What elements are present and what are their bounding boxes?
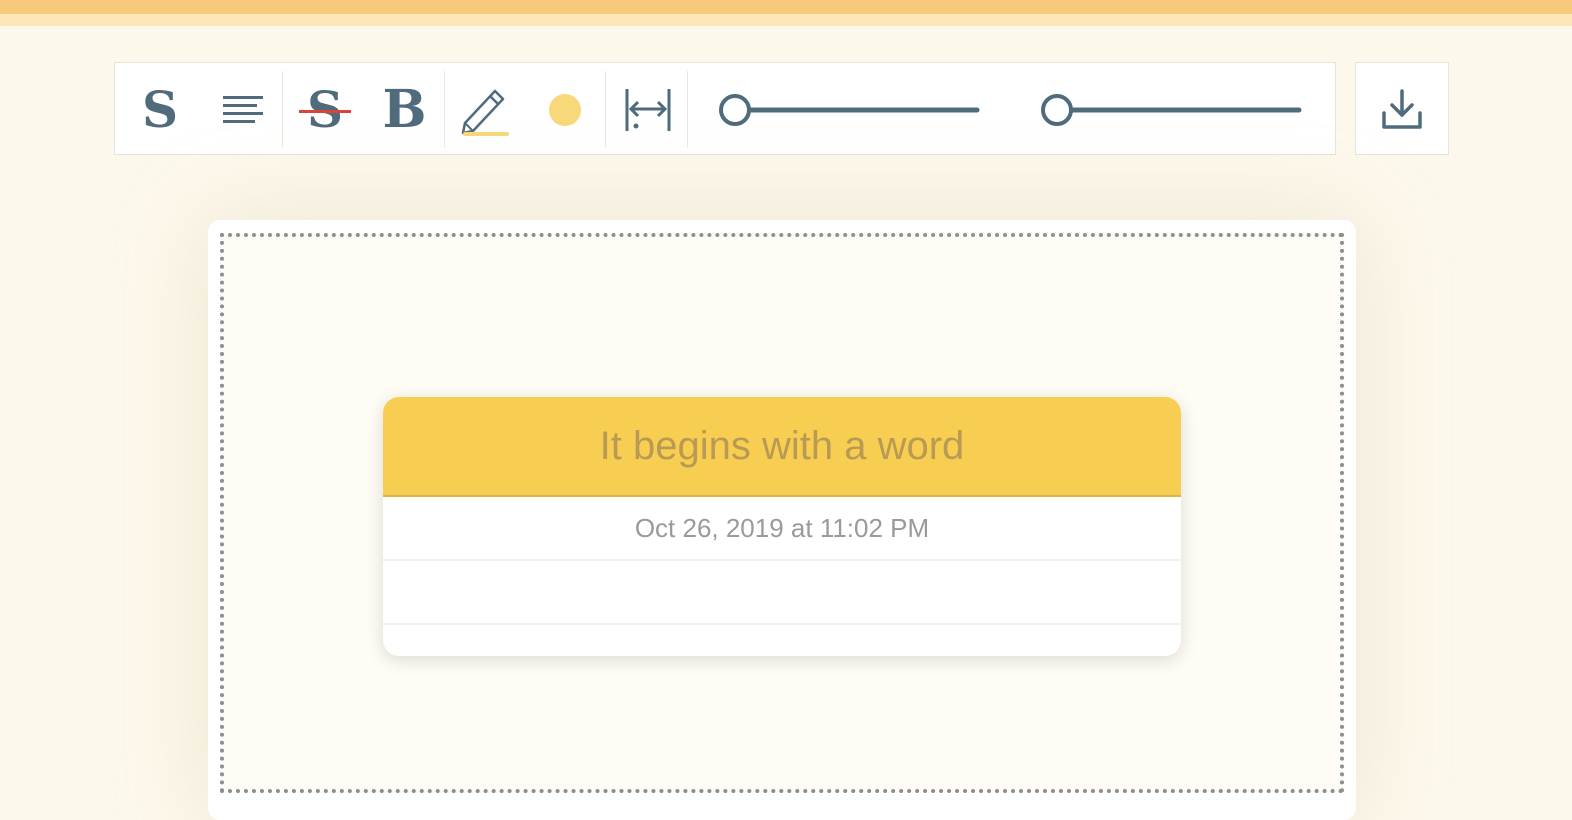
toolbar-divider xyxy=(687,71,688,148)
top-accent-bar-light xyxy=(0,14,1572,26)
bold-button[interactable]: B xyxy=(377,63,432,156)
color-dot-icon xyxy=(549,93,581,126)
download-button[interactable] xyxy=(1355,62,1449,155)
note-card[interactable]: It begins with a word Oct 26, 2019 at 11… xyxy=(383,397,1181,656)
font-style-button[interactable]: S xyxy=(135,63,185,156)
slider-track xyxy=(719,94,980,126)
formatting-toolbar: S S B xyxy=(114,62,1336,155)
note-date: Oct 26, 2019 at 11:02 PM xyxy=(383,497,1181,561)
strikethrough-icon: S xyxy=(298,84,352,135)
color-picker-button[interactable] xyxy=(540,63,590,156)
top-accent-bar xyxy=(0,0,1572,14)
strikethrough-button[interactable]: S xyxy=(295,63,355,156)
highlight-pencil-icon xyxy=(461,89,509,136)
bold-icon: B xyxy=(382,78,427,140)
spacing-slider[interactable] xyxy=(1037,63,1307,156)
width-adjust-icon xyxy=(625,88,671,131)
note-line[interactable] xyxy=(383,561,1181,625)
slider-thumb[interactable] xyxy=(1041,94,1073,126)
download-icon xyxy=(1382,88,1422,129)
toolbar-divider xyxy=(282,71,283,148)
text-align-icon xyxy=(222,95,263,123)
slider-thumb[interactable] xyxy=(719,94,751,126)
highlight-button[interactable] xyxy=(457,63,515,156)
font-style-icon: S xyxy=(141,79,179,139)
toolbar-divider xyxy=(444,71,445,148)
note-card-header: It begins with a word xyxy=(383,397,1181,497)
text-align-button[interactable] xyxy=(215,63,270,156)
size-slider[interactable] xyxy=(715,63,985,156)
note-title[interactable]: It begins with a word xyxy=(600,424,965,469)
toolbar-divider xyxy=(605,71,606,148)
width-adjust-button[interactable] xyxy=(620,63,676,156)
slider-track xyxy=(1041,94,1302,126)
